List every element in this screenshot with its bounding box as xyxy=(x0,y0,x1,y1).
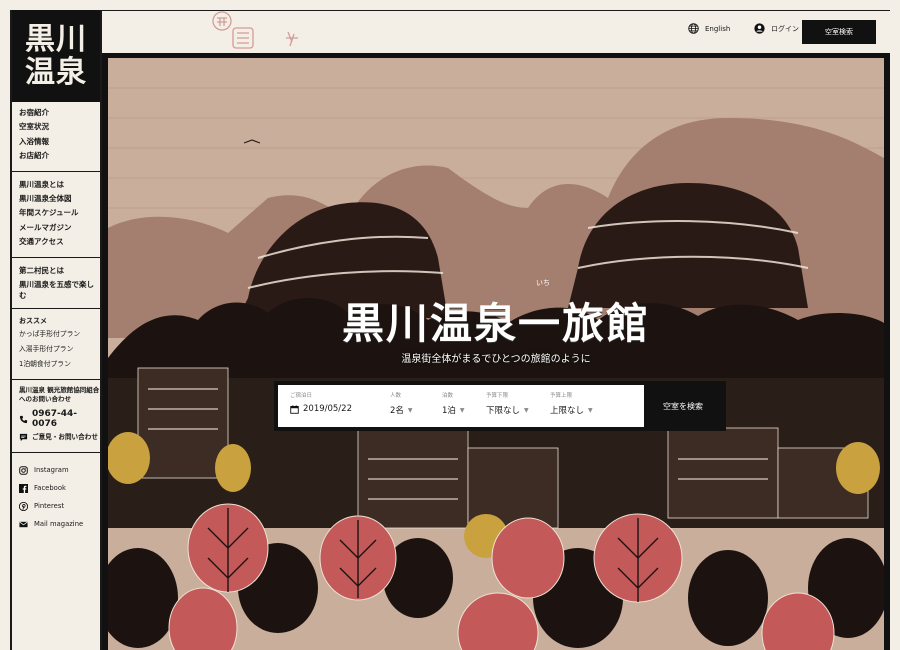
nav-group-about: 黒川温泉とは 黒川温泉全体図 年間スケジュール メールマガジン 交通アクセス xyxy=(12,172,100,258)
social-label: Pinterest xyxy=(34,502,65,511)
hero-illustration: いち 黒川温泉一旅館 温泉街全体がまるでひとつの旅館のように ご宿泊日 2019… xyxy=(108,58,884,650)
nav-item-five-senses[interactable]: 黒川温泉を五感で楽しむ xyxy=(19,279,100,301)
nav-item-kappa-plan[interactable]: かっぱ手形付プラン xyxy=(19,327,100,342)
guests-label: 人数 xyxy=(390,393,402,399)
nav-item-schedule[interactable]: 年間スケジュール xyxy=(19,206,100,220)
nav-group-villagers: 第二村民とは 黒川温泉を五感で楽しむ xyxy=(12,258,100,310)
social-label: Facebook xyxy=(34,484,66,493)
association-block: 黒川温泉 観光旅館協同組合へのお問い合わせ 0967-44-0076 ご意見・お… xyxy=(12,380,100,454)
phone-number: 0967-44-0076 xyxy=(32,409,78,430)
chat-icon xyxy=(19,433,28,442)
nav-item-mailmag[interactable]: メールマガジン xyxy=(19,221,100,235)
recommend-heading: おススメ xyxy=(19,317,47,326)
user-icon xyxy=(754,23,765,34)
mail-icon xyxy=(19,520,28,529)
nav-item-about[interactable]: 黒川温泉とは xyxy=(19,178,100,192)
login-label: ログイン xyxy=(771,24,799,33)
nav-item-bathing[interactable]: 入浴情報 xyxy=(19,135,100,149)
instagram-icon xyxy=(19,465,28,475)
social-facebook[interactable]: Facebook xyxy=(19,479,100,497)
logo-line-1: 黒川 xyxy=(25,22,87,57)
nav-item-breakfast-plan[interactable]: 1泊朝食付プラン xyxy=(19,357,100,372)
price-max-value: 上限なし xyxy=(550,406,585,416)
top-header: English ログイン 空室検索 xyxy=(102,10,890,53)
nav-item-map[interactable]: 黒川温泉全体図 xyxy=(19,192,100,206)
hero-title-ruby: いち xyxy=(536,279,550,287)
social-mail-magazine[interactable]: Mail magazine xyxy=(19,515,100,533)
price-min-label: 予算下限 xyxy=(486,393,509,399)
checkin-date-field[interactable]: ご宿泊日 2019/05/22 xyxy=(278,385,378,427)
logo-line-2: 温泉 xyxy=(25,55,87,90)
hero-subtitle: 温泉街全体がまるでひとつの旅館のように xyxy=(401,354,591,365)
english-label: English xyxy=(705,24,731,33)
phone-link[interactable]: 0967-44-0076 xyxy=(19,409,100,429)
vacancy-search-button[interactable]: 空室検索 xyxy=(802,20,876,44)
social-instagram[interactable]: Instagram xyxy=(19,461,100,479)
site-logo[interactable]: 黒川 温泉 xyxy=(12,10,100,102)
social-label: Mail magazine xyxy=(34,520,84,529)
hero-section: いち 黒川温泉一旅館 温泉街全体がまるでひとつの旅館のように ご宿泊日 2019… xyxy=(102,53,890,650)
nav-item-tegata-plan[interactable]: 入湯手形付プラン xyxy=(19,342,100,357)
nights-select[interactable]: 泊数 1泊 ▼ xyxy=(430,385,474,427)
phone-icon xyxy=(19,415,28,424)
price-max-label: 予算上限 xyxy=(550,393,573,399)
calendar-icon xyxy=(290,404,299,414)
price-max-select[interactable]: 予算上限 上限なし ▼ xyxy=(538,385,608,427)
nav-item-shops[interactable]: お店紹介 xyxy=(19,149,100,163)
contact-label: ご意見・お問い合わせ xyxy=(32,433,98,442)
globe-icon xyxy=(688,23,699,34)
guests-value: 2名 xyxy=(390,406,404,416)
social-label: Instagram xyxy=(34,466,69,475)
social-pinterest[interactable]: Pinterest xyxy=(19,497,100,515)
search-fields: ご宿泊日 2019/05/22 人数 2名 ▼ 泊数 1泊 ▼ 予算下限 下限な… xyxy=(278,385,644,427)
social-links: Instagram Facebook Pinterest Mail magazi… xyxy=(12,453,100,533)
login-link[interactable]: ログイン xyxy=(754,23,799,34)
sidebar: 黒川 温泉 お宿紹介 空室状況 入浴情報 お店紹介 黒川温泉とは 黒川温泉全体図… xyxy=(10,10,102,650)
nights-value: 1泊 xyxy=(442,406,456,416)
contact-link[interactable]: ご意見・お問い合わせ xyxy=(19,433,100,442)
chevron-down-icon: ▼ xyxy=(407,406,413,414)
vacancy-search-bar: ご宿泊日 2019/05/22 人数 2名 ▼ 泊数 1泊 ▼ 予算下限 下限な… xyxy=(274,381,726,431)
pinterest-icon xyxy=(19,501,28,511)
facebook-icon xyxy=(19,483,28,493)
nav-item-second-villager[interactable]: 第二村民とは xyxy=(19,264,100,278)
checkin-value: 2019/05/22 xyxy=(303,404,352,414)
language-english-link[interactable]: English xyxy=(688,23,730,34)
chevron-down-icon: ▼ xyxy=(459,406,465,414)
nav-item-vacancy[interactable]: 空室状況 xyxy=(19,120,100,134)
checkin-label: ご宿泊日 xyxy=(290,393,313,399)
search-vacancy-button[interactable]: 空室を検索 xyxy=(644,385,722,427)
association-name: 黒川温泉 観光旅館協同組合へのお問い合わせ xyxy=(19,386,100,404)
guests-select[interactable]: 人数 2名 ▼ xyxy=(378,385,430,427)
price-min-value: 下限なし xyxy=(486,406,521,416)
nav-item-access[interactable]: 交通アクセス xyxy=(19,235,100,249)
nav-item-inns[interactable]: お宿紹介 xyxy=(19,106,100,120)
hero-title: 黒川温泉一旅館 xyxy=(341,299,650,348)
nav-group-recommend: おススメ かっぱ手形付プラン 入湯手形付プラン 1泊朝食付プラン xyxy=(12,309,100,381)
nav-group-stay: お宿紹介 空室状況 入浴情報 お店紹介 xyxy=(12,102,100,172)
chevron-down-icon: ▼ xyxy=(588,406,593,414)
price-min-select[interactable]: 予算下限 下限なし ▼ xyxy=(474,385,538,427)
chevron-down-icon: ▼ xyxy=(524,406,529,414)
nights-label: 泊数 xyxy=(442,393,454,399)
